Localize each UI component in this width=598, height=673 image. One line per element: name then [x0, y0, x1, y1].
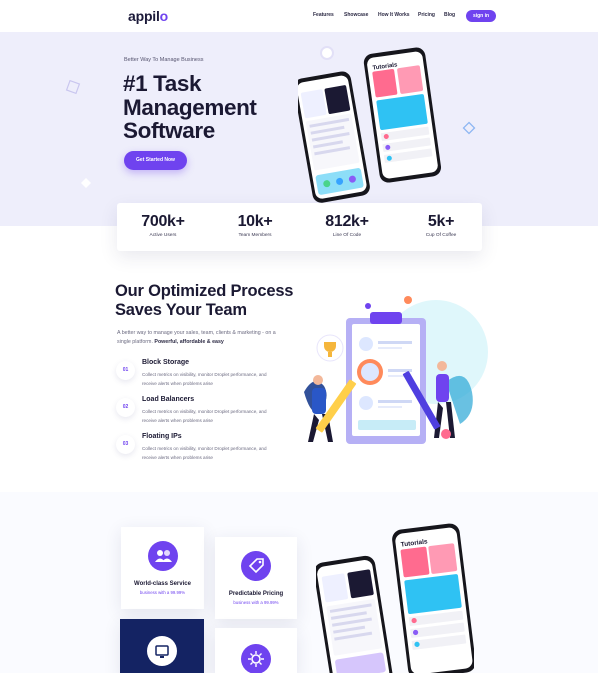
- nav-link-pricing[interactable]: Pricing: [418, 12, 435, 18]
- step-text: Collect metrics on visibility, monitor D…: [142, 409, 267, 423]
- feature-title: Predictable Pricing: [228, 591, 284, 597]
- stat-line-of-code: 812k+ Line Of Code: [307, 213, 387, 238]
- settings-icon: [241, 644, 271, 673]
- phone-mockup-illustration-2: Tutorials: [316, 523, 474, 673]
- feature-subtitle: business with a 99.99%: [233, 600, 279, 605]
- diamond-decoration: [81, 178, 91, 188]
- stat-label: Team Members: [238, 233, 272, 238]
- diamond-outline-decoration: [462, 121, 476, 135]
- logo-accent: o: [159, 8, 169, 24]
- process-title: Our Optimized Process Saves Your Team: [115, 282, 294, 319]
- features-section: [0, 492, 598, 673]
- feature-card-bottom[interactable]: [215, 628, 297, 673]
- square-outline-decoration: [65, 79, 81, 95]
- users-icon: [147, 541, 178, 571]
- nav-link-showcase[interactable]: Showcase: [344, 12, 368, 18]
- feature-card-predictable-pricing[interactable]: Predictable Pricing business with a 99.9…: [215, 537, 297, 619]
- process-description-bold: Powerful, affordable & easy: [154, 338, 224, 345]
- monitor-icon: [147, 636, 177, 666]
- top-navbar: appilo Features Showcase How It Works Pr…: [0, 0, 598, 32]
- nav-link-features[interactable]: Features: [313, 12, 334, 18]
- nav-link-blog[interactable]: Blog: [444, 12, 455, 18]
- stats-card: 700k+ Active Users 10k+ Team Members 812…: [117, 203, 482, 251]
- sign-in-button[interactable]: sign in: [466, 10, 496, 22]
- stat-label: Active Users: [149, 233, 177, 238]
- step-number: 02: [116, 398, 135, 417]
- process-description: A better way to manage your sales, team,…: [117, 329, 277, 346]
- step-text: Collect metrics on visibility, monitor D…: [142, 446, 267, 460]
- feature-subtitle: business with a 99.99%: [139, 590, 186, 595]
- step-title: Load Balancers: [142, 396, 195, 403]
- get-started-button[interactable]: Get Started Now: [124, 151, 187, 170]
- step-number: 01: [116, 361, 135, 380]
- stat-team-members: 10k+ Team Members: [215, 213, 295, 238]
- stat-value: 812k+: [325, 213, 369, 230]
- clipboard-team-illustration: [304, 296, 488, 444]
- logo[interactable]: appilo: [128, 8, 168, 24]
- hero-title: #1 Task Management Software: [123, 71, 257, 143]
- tag-icon: [241, 551, 271, 581]
- feature-card-world-class[interactable]: World-class Service business with a 99.9…: [121, 527, 204, 609]
- feature-title: World-class Service: [134, 581, 191, 587]
- step-title: Block Storage: [142, 359, 190, 366]
- step-text: Collect metrics on visibility, monitor D…: [142, 372, 267, 386]
- stat-label: Cup Of Coffee: [425, 233, 457, 238]
- stat-value: 5k+: [427, 213, 455, 230]
- nav-link-how-it-works[interactable]: How It Works: [378, 12, 410, 18]
- feature-card-dark[interactable]: [120, 619, 204, 673]
- logo-text: appil: [128, 8, 160, 24]
- step-number: 03: [116, 435, 135, 454]
- stat-label: Line Of Code: [332, 233, 362, 238]
- stat-value: 700k+: [141, 213, 185, 230]
- hero-eyebrow: Better Way To Manage Business: [124, 57, 204, 63]
- stat-cup-of-coffee: 5k+ Cup Of Coffee: [401, 213, 481, 238]
- stat-value: 10k+: [237, 213, 273, 230]
- step-title: Floating IPs: [142, 433, 182, 440]
- phone-mockup-illustration: Tutorials: [298, 47, 442, 203]
- stat-active-users: 700k+ Active Users: [123, 213, 203, 238]
